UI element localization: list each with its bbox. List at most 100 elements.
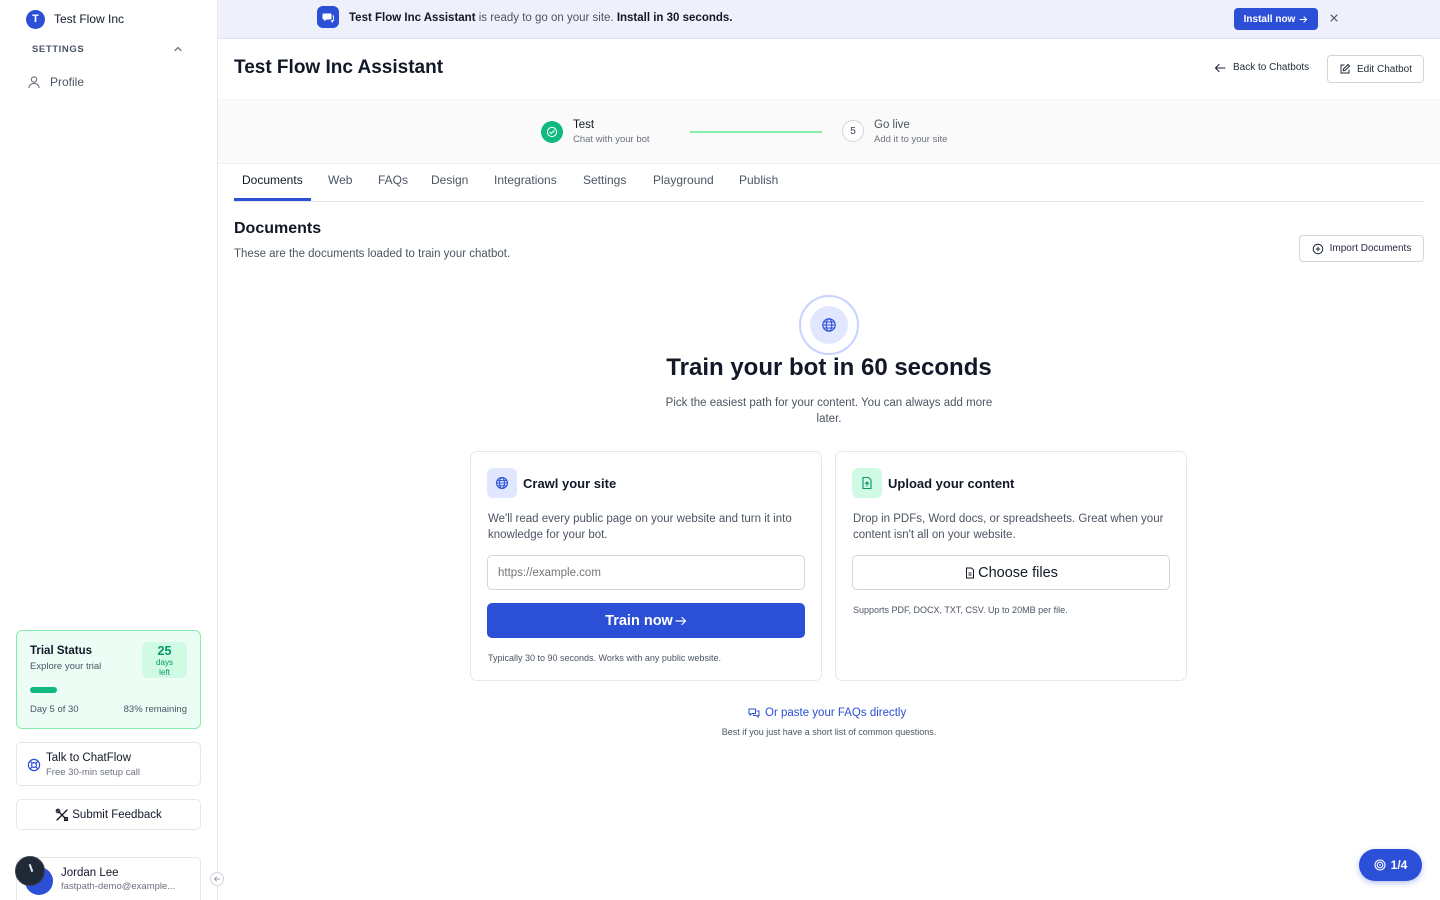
tab-integrations[interactable]: Integrations [494,173,557,187]
talk-title: Talk to ChatFlow [46,752,132,764]
trial-progress-fill [30,687,57,693]
train-now-button[interactable]: Train now [487,603,805,638]
days-left-number: 25 [157,644,172,658]
step-go-live-subtitle: Add it to your site [874,134,948,145]
train-now-label: Train now [605,612,673,629]
user-menu[interactable]: Jordan Lee fastpath-demo@example... [15,856,201,900]
tab-web[interactable]: Web [328,173,352,187]
page-title: Test Flow Inc Assistant [234,57,444,78]
days-left-badge: 25 days left [142,642,187,678]
banner-middle-text: is ready to go on your site. [475,12,617,24]
sidebar: T Test Flow Inc SETTINGS Profile Trial S… [0,0,218,900]
upload-card-title: Upload your content [888,476,1015,491]
import-documents-label: Import Documents [1329,243,1412,254]
step-connector [690,131,822,133]
back-to-chatbots-label: Back to Chatbots [1233,62,1310,73]
trial-subtitle: Explore your trial [30,661,102,672]
talk-to-chatflow-button[interactable]: Talk to ChatFlow Free 30-min setup call [16,742,201,786]
days-label: days [156,658,173,667]
submit-feedback-button[interactable]: Submit Feedback [16,799,201,830]
arrow-right-icon [1299,15,1308,23]
install-now-label: Install now [1243,13,1296,25]
arrow-right-icon [675,616,687,625]
settings-section-label: SETTINGS [32,43,85,55]
tab-publish[interactable]: Publish [739,173,778,187]
banner-message: Test Flow Inc Assistant is ready to go o… [349,12,733,24]
hero-title: Train your bot in 60 seconds [666,354,992,381]
settings-section-toggle[interactable]: SETTINGS [0,42,217,56]
back-to-chatbots-link[interactable]: Back to Chatbots [1214,62,1309,73]
onboarding-progress-button[interactable]: 1/4 [1359,849,1422,881]
tools-icon [55,808,69,821]
user-email: fastpath-demo@example... [61,881,176,892]
paste-faqs-link[interactable]: Or paste your FAQs directly [748,707,906,719]
edit-chatbot-button[interactable]: Edit Chatbot [1327,55,1424,83]
tab-settings[interactable]: Settings [583,173,626,187]
collapse-sidebar-button[interactable] [210,872,224,886]
step-go-live-number: 5 [842,120,864,142]
arrow-left-icon [1214,63,1226,72]
tab-documents[interactable]: Documents [242,173,303,187]
section-title: Documents [234,220,322,237]
trial-day-text: Day 5 of 30 [30,704,79,715]
file-upload-icon [852,468,882,498]
section-subtitle: These are the documents loaded to train … [234,248,511,260]
tab-design[interactable]: Design [431,173,468,187]
upload-card-description: Drop in PDFs, Word docs, or spreadsheets… [853,513,1164,541]
active-tab-indicator [234,198,311,201]
upload-content-card: Upload your content Drop in PDFs, Word d… [835,451,1187,681]
plus-circle-icon [1312,243,1323,254]
sidebar-item-profile[interactable]: Profile [0,74,217,90]
install-banner: Test Flow Inc Assistant is ready to go o… [218,0,1440,39]
step-test-check-icon [541,121,563,143]
edit-icon [1340,63,1351,74]
crawl-card-title: Crawl your site [523,476,617,491]
trial-progress-bar [30,687,190,693]
step-test-title: Test [573,119,595,131]
chevron-up-icon [174,46,182,52]
chat-bubble-icon [317,6,339,28]
website-url-input[interactable] [487,555,805,590]
choose-files-button[interactable]: Choose files [852,555,1170,590]
import-documents-button[interactable]: Import Documents [1299,235,1424,262]
paste-faqs-label: Or paste your FAQs directly [765,707,907,719]
globe-icon [810,306,848,344]
upload-card-note: Supports PDF, DOCX, TXT, CSV. Up to 20MB… [853,605,1068,615]
trial-title: Trial Status [30,645,92,657]
banner-bot-name: Test Flow Inc Assistant [349,12,476,24]
crawl-card-note: Typically 30 to 90 seconds. Works with a… [488,653,721,663]
banner-cta-text: Install in 30 seconds. [616,12,733,24]
submit-feedback-label: Submit Feedback [72,808,162,821]
trial-remaining-text: 83% remaining [123,704,187,715]
file-icon [966,567,975,578]
arrow-left-icon [213,876,220,882]
crawl-card-description: We'll read every public page on your web… [488,513,792,541]
chatbot-tabs: Documents Web FAQs Design Integrations S… [234,164,1424,202]
choose-files-label: Choose files [978,564,1058,581]
install-now-button[interactable]: Install now [1234,8,1318,30]
tab-playground[interactable]: Playground [653,173,714,187]
tab-faqs[interactable]: FAQs [378,173,408,187]
step-go-live-title: Go live [874,119,910,131]
user-icon [28,76,40,89]
left-label: left [159,667,170,677]
org-avatar: T [26,9,45,29]
globe-hero-badge [799,295,859,355]
globe-icon [487,468,517,498]
setup-stepper: Test Chat with your bot 5 Go live Add it… [218,99,1440,164]
onboarding-progress-label: 1/4 [1390,858,1408,872]
edit-chatbot-label: Edit Chatbot [1356,63,1413,75]
sidebar-item-label: Profile [50,75,85,89]
target-icon [1374,859,1386,871]
loading-indicator-icon [15,856,45,886]
step-test-subtitle: Chat with your bot [573,134,650,145]
chat-bubbles-icon [748,708,760,719]
trial-status-card: Trial Status Explore your trial 25 days … [16,630,201,729]
lifebuoy-icon [27,758,41,772]
org-switcher[interactable]: T Test Flow Inc [0,0,217,32]
hero-subtitle: Pick the easiest path for your content. … [665,397,993,425]
org-name: Test Flow Inc [54,12,125,26]
talk-subtitle: Free 30-min setup call [46,767,140,778]
user-name: Jordan Lee [61,867,119,879]
close-icon[interactable] [1328,12,1340,24]
